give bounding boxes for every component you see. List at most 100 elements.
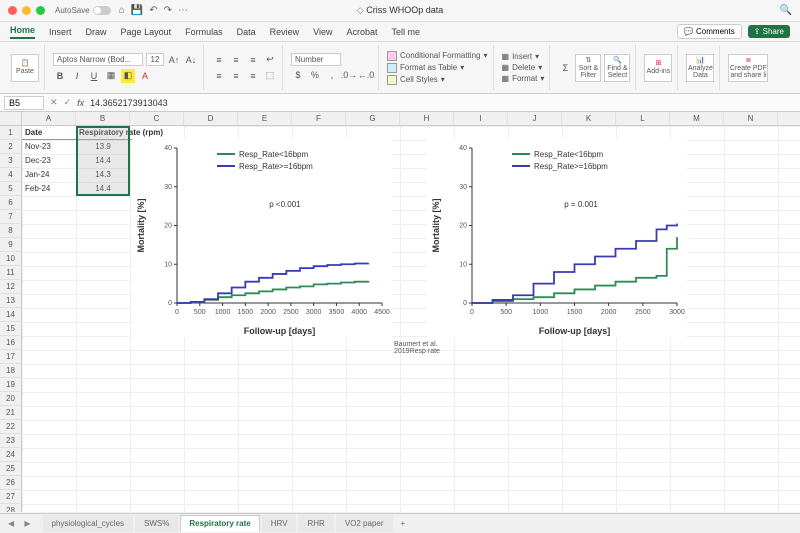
inc-decimal-icon[interactable]: .0→ (342, 68, 356, 82)
row-header[interactable]: 20 (0, 392, 21, 406)
underline-icon[interactable]: U (87, 69, 101, 83)
formula-input[interactable]: 14.3652173913043 (90, 98, 796, 108)
paste-button[interactable]: 📋Paste (11, 54, 39, 82)
cell[interactable]: Date (22, 126, 76, 140)
tab-data[interactable]: Data (237, 27, 256, 37)
row-header[interactable]: 5 (0, 182, 21, 196)
toggle-icon[interactable] (93, 6, 111, 15)
column-header[interactable]: N (724, 112, 778, 125)
home-icon[interactable]: ⌂ (119, 5, 125, 16)
add-sheet-button[interactable]: + (395, 519, 412, 528)
sheet-tab[interactable]: physiological_cycles (43, 515, 133, 532)
addins-button[interactable]: ⊞Add-ins (644, 54, 672, 82)
row-header[interactable]: 27 (0, 490, 21, 504)
align-center-icon[interactable]: ≡ (229, 69, 243, 83)
row-header[interactable]: 28 (0, 504, 21, 512)
align-bot-icon[interactable]: ≡ (246, 53, 260, 67)
align-mid-icon[interactable]: ≡ (229, 53, 243, 67)
row-header[interactable]: 7 (0, 210, 21, 224)
row-header[interactable]: 21 (0, 406, 21, 420)
tab-tellme[interactable]: Tell me (392, 27, 421, 37)
sheet-tab[interactable]: RHR (298, 515, 333, 532)
cell[interactable]: Nov-23 (22, 140, 76, 154)
select-all-corner[interactable] (0, 112, 22, 125)
sheet-tab[interactable]: VO2 paper (336, 515, 393, 532)
maximize-icon[interactable] (36, 6, 45, 15)
currency-icon[interactable]: $ (291, 68, 305, 82)
column-header[interactable]: G (346, 112, 400, 125)
row-header[interactable]: 3 (0, 154, 21, 168)
font-select[interactable]: Aptos Narrow (Bod... (53, 53, 143, 66)
row-header[interactable]: 14 (0, 308, 21, 322)
percent-icon[interactable]: % (308, 68, 322, 82)
create-pdf-button[interactable]: ≣Create PDF and share li (728, 54, 768, 82)
cell[interactable]: Feb-24 (22, 182, 76, 196)
increase-font-icon[interactable]: A↑ (167, 53, 181, 67)
wrap-icon[interactable]: ↩ (263, 53, 277, 67)
tab-formulas[interactable]: Formulas (185, 27, 223, 37)
save-icon[interactable]: 💾 (131, 5, 143, 16)
undo-icon[interactable]: ↶ (149, 5, 157, 16)
tab-acrobat[interactable]: Acrobat (347, 27, 378, 37)
row-header[interactable]: 2 (0, 140, 21, 154)
column-header[interactable]: I (454, 112, 508, 125)
dec-decimal-icon[interactable]: ←.0 (359, 68, 373, 82)
more-icon[interactable]: ⋯ (178, 5, 188, 16)
sheet-tab[interactable]: HRV (262, 515, 297, 532)
column-header[interactable]: B (76, 112, 130, 125)
fill-color-icon[interactable]: ◧ (121, 69, 135, 83)
column-header[interactable]: D (184, 112, 238, 125)
row-header[interactable]: 18 (0, 364, 21, 378)
confirm-icon[interactable]: ✓ (64, 97, 72, 108)
tab-review[interactable]: Review (270, 27, 300, 37)
window-controls[interactable] (8, 6, 45, 15)
row-header[interactable]: 22 (0, 420, 21, 434)
row-header[interactable]: 19 (0, 378, 21, 392)
cell-styles-button[interactable]: Cell Styles ▾ (387, 75, 488, 85)
font-size-select[interactable]: 12 (146, 53, 164, 66)
search-icon[interactable]: 🔍 (780, 5, 792, 16)
decrease-font-icon[interactable]: A↓ (184, 53, 198, 67)
tab-page-layout[interactable]: Page Layout (121, 27, 172, 37)
row-header[interactable]: 23 (0, 434, 21, 448)
document-title[interactable]: Criss WHOOp data (357, 5, 443, 16)
bold-icon[interactable]: B (53, 69, 67, 83)
font-color-icon[interactable]: A (138, 69, 152, 83)
row-header[interactable]: 10 (0, 252, 21, 266)
cell[interactable]: Jan-24 (22, 168, 76, 182)
close-icon[interactable] (8, 6, 17, 15)
row-header[interactable]: 4 (0, 168, 21, 182)
row-header[interactable]: 11 (0, 266, 21, 280)
sheet-nav-arrows[interactable]: ◀ ▶ (8, 519, 35, 528)
number-format-select[interactable]: Number (291, 53, 341, 66)
row-header[interactable]: 25 (0, 462, 21, 476)
delete-cells-button[interactable]: ▦ Delete ▾ (502, 63, 545, 72)
cells-area[interactable]: DateRespiratory rate (rpm)Nov-2313.9Dec-… (22, 126, 800, 512)
tab-view[interactable]: View (313, 27, 332, 37)
autosum-icon[interactable]: Σ (558, 61, 572, 75)
align-top-icon[interactable]: ≡ (212, 53, 226, 67)
sheet-tab-active[interactable]: Respiratory rate (180, 515, 259, 532)
column-header[interactable]: M (670, 112, 724, 125)
column-header[interactable]: F (292, 112, 346, 125)
borders-icon[interactable]: ▦ (104, 69, 118, 83)
row-header[interactable]: 9 (0, 238, 21, 252)
column-header[interactable]: A (22, 112, 76, 125)
analyze-data-button[interactable]: 📊Analyze Data (686, 54, 714, 82)
format-cells-button[interactable]: ▦ Format ▾ (502, 74, 545, 83)
minimize-icon[interactable] (22, 6, 31, 15)
sort-filter-button[interactable]: ⇅Sort & Filter (575, 54, 601, 82)
autosave-toggle[interactable]: AutoSave (55, 6, 111, 15)
chart-right[interactable]: 010203040050010001500200025003000Resp_Ra… (427, 138, 687, 338)
sheet-tab[interactable]: SWS% (135, 515, 178, 532)
align-left-icon[interactable]: ≡ (212, 69, 226, 83)
name-box[interactable]: B5 (4, 96, 44, 110)
cell[interactable]: Dec-23 (22, 154, 76, 168)
fx-icon[interactable]: fx (77, 98, 84, 108)
row-header[interactable]: 8 (0, 224, 21, 238)
share-button[interactable]: ⇪ Share (748, 25, 790, 38)
insert-cells-button[interactable]: ▦ Insert ▾ (502, 52, 545, 61)
conditional-formatting-button[interactable]: Conditional Formatting ▾ (387, 51, 488, 61)
align-right-icon[interactable]: ≡ (246, 69, 260, 83)
row-header[interactable]: 24 (0, 448, 21, 462)
